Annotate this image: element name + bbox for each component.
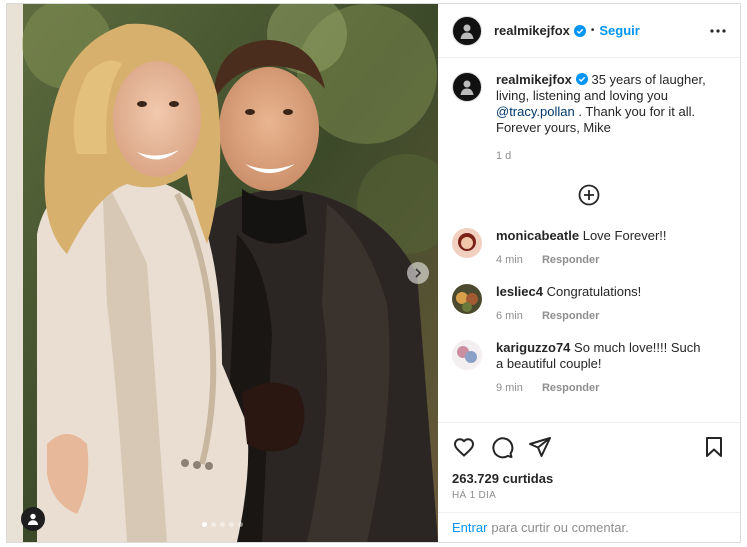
caption-avatar[interactable] xyxy=(452,72,482,102)
more-options-icon xyxy=(710,28,726,33)
avatar-image xyxy=(460,24,474,39)
post-header: realmikejfox • Seguir xyxy=(438,4,740,58)
post-dialog: realmikejfox • Seguir realmikejfox 35 ye… xyxy=(6,3,741,543)
comment-age: 4 min xyxy=(496,254,523,266)
avatar-image xyxy=(460,80,474,95)
comment-item: monicabeatle Love Forever!! 4 min Respon… xyxy=(452,228,726,268)
login-prompt: Entrar para curtir ou comentar. xyxy=(438,512,740,542)
verified-icon xyxy=(573,24,586,37)
carousel-dot xyxy=(211,522,216,527)
caption-username[interactable]: realmikejfox xyxy=(496,72,572,87)
post-date: HÁ 1 DIA xyxy=(452,490,497,501)
post-actions: 263.729 curtidas HÁ 1 DIA xyxy=(438,422,740,512)
likes-count[interactable]: 263.729 curtidas xyxy=(452,471,726,486)
author-avatar[interactable] xyxy=(452,15,482,46)
carousel-dot xyxy=(220,522,225,527)
avatar-image xyxy=(452,340,482,370)
post-side-panel: realmikejfox • Seguir realmikejfox 35 ye… xyxy=(438,4,740,542)
comment-age: 6 min xyxy=(496,310,523,322)
follow-button[interactable]: Seguir xyxy=(599,23,639,38)
comment-username[interactable]: kariguzzo74 xyxy=(496,340,570,355)
comment-username[interactable]: lesliec4 xyxy=(496,284,543,299)
avatar-image xyxy=(452,228,482,258)
login-prompt-text: para curtir ou comentar. xyxy=(491,520,629,535)
comment-text: Love Forever!! xyxy=(582,228,667,243)
comment-icon[interactable] xyxy=(490,435,514,459)
comment-body: monicabeatle Love Forever!! 4 min Respon… xyxy=(496,228,711,268)
reply-button[interactable]: Responder xyxy=(542,310,599,322)
share-icon[interactable] xyxy=(528,435,552,459)
comment-username[interactable]: monicabeatle xyxy=(496,228,579,243)
comment-body: lesliec4 Congratulations! 6 min Responde… xyxy=(496,284,711,324)
reply-button[interactable]: Responder xyxy=(542,382,599,394)
comment-avatar[interactable] xyxy=(452,340,482,370)
caption-age: 1 d xyxy=(496,150,512,162)
chevron-right-icon xyxy=(415,268,422,278)
login-link[interactable]: Entrar xyxy=(452,520,487,535)
carousel-indicator xyxy=(7,522,438,527)
carousel-next-button[interactable] xyxy=(407,262,429,284)
carousel-dot xyxy=(238,522,243,527)
comment-avatar[interactable] xyxy=(452,284,482,314)
verified-icon xyxy=(575,73,588,85)
reply-button[interactable]: Responder xyxy=(542,254,599,266)
post-photo xyxy=(7,4,438,542)
comment-item: kariguzzo74 So much love!!!! Such a beau… xyxy=(452,340,726,396)
avatar-image xyxy=(452,284,482,314)
caption-mention-link[interactable]: @tracy.pollan xyxy=(496,104,575,119)
separator-dot: • xyxy=(590,25,595,36)
heart-icon[interactable] xyxy=(452,435,476,459)
comment-item: lesliec4 Congratulations! 6 min Responde… xyxy=(452,284,726,324)
comment-avatar[interactable] xyxy=(452,228,482,258)
carousel-dot xyxy=(229,522,234,527)
load-more-comments-button[interactable] xyxy=(452,184,726,206)
bookmark-icon[interactable] xyxy=(702,435,726,459)
post-caption: realmikejfox 35 years of laugher, living… xyxy=(452,72,726,164)
comment-body: kariguzzo74 So much love!!!! Such a beau… xyxy=(496,340,711,396)
caption-text: realmikejfox 35 years of laugher, living… xyxy=(496,72,711,164)
comments-section[interactable]: realmikejfox 35 years of laugher, living… xyxy=(438,58,740,422)
post-media[interactable] xyxy=(7,4,438,542)
action-icons xyxy=(452,431,726,463)
comment-age: 9 min xyxy=(496,382,523,394)
add-circle-icon xyxy=(578,184,600,206)
more-options-button[interactable] xyxy=(710,28,726,33)
author-username[interactable]: realmikejfox xyxy=(494,23,570,38)
user-tag-button[interactable] xyxy=(21,507,45,531)
carousel-dot xyxy=(202,522,207,527)
comment-text: Congratulations! xyxy=(546,284,642,299)
